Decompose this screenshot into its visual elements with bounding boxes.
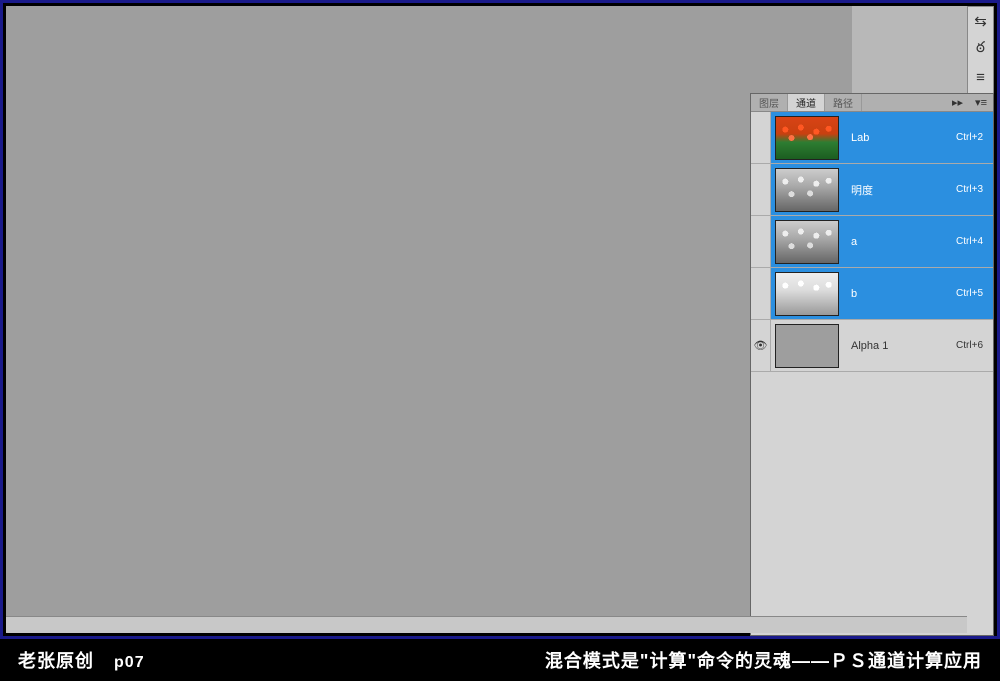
channel-shortcut-label: Ctrl+4 bbox=[956, 236, 993, 247]
page-footer: 老张原创 p07 混合模式是"计算"命令的灵魂——ＰＳ通道计算应用 bbox=[0, 639, 1000, 681]
channel-shortcut-label: Ctrl+2 bbox=[956, 132, 993, 143]
channel-row-a[interactable]: 👁 a Ctrl+4 bbox=[751, 216, 993, 268]
channel-thumbnail bbox=[775, 116, 839, 160]
channel-name-label: Lab bbox=[843, 132, 956, 144]
channel-shortcut-label: Ctrl+5 bbox=[956, 288, 993, 299]
channel-thumbnail bbox=[775, 272, 839, 316]
channel-row-lab[interactable]: 👁 Lab Ctrl+2 bbox=[751, 112, 993, 164]
visibility-toggle[interactable]: 👁 bbox=[751, 320, 771, 371]
eye-icon: 👁 bbox=[754, 339, 768, 352]
channel-list: 👁 Lab Ctrl+2 👁 明度 Ctrl+3 👁 a Ctrl+4 👁 bbox=[751, 112, 993, 372]
channels-panel: 图层 通道 路径 ▸▸ ▾≡ 👁 Lab Ctrl+2 👁 明度 Ctrl+3 … bbox=[750, 93, 994, 636]
channel-thumbnail bbox=[775, 168, 839, 212]
channel-name-label: 明度 bbox=[843, 182, 956, 198]
panel-menu-icon[interactable]: ▾≡ bbox=[969, 94, 993, 111]
panel-collapse-icon[interactable]: ▸▸ bbox=[946, 94, 969, 111]
channel-name-label: Alpha 1 bbox=[843, 340, 956, 352]
channel-row-alpha1[interactable]: 👁 Alpha 1 Ctrl+6 bbox=[751, 320, 993, 372]
channel-row-b[interactable]: 👁 b Ctrl+5 bbox=[751, 268, 993, 320]
footer-author-block: 老张原创 p07 bbox=[0, 647, 145, 673]
channel-shortcut-label: Ctrl+3 bbox=[956, 184, 993, 195]
channel-name-label: b bbox=[843, 288, 956, 300]
right-toolstrip: ⇆ ఠ ≡ bbox=[967, 6, 994, 94]
channel-thumbnail bbox=[775, 324, 839, 368]
channel-thumbnail bbox=[775, 220, 839, 264]
channel-row-lightness[interactable]: 👁 明度 Ctrl+3 bbox=[751, 164, 993, 216]
channel-name-label: a bbox=[843, 236, 956, 248]
tab-channels[interactable]: 通道 bbox=[788, 94, 825, 111]
visibility-toggle[interactable]: 👁 bbox=[751, 268, 771, 319]
footer-page-number: p07 bbox=[114, 654, 145, 671]
horizontal-scrollbar[interactable] bbox=[6, 616, 967, 633]
visibility-toggle[interactable]: 👁 bbox=[751, 216, 771, 267]
panel-tabs: 图层 通道 路径 ▸▸ ▾≡ bbox=[751, 94, 993, 112]
footer-author: 老张原创 bbox=[18, 651, 94, 671]
tool-3-icon[interactable]: ≡ bbox=[968, 63, 993, 91]
app-frame: ⇆ ఠ ≡ 图层 通道 路径 ▸▸ ▾≡ 👁 Lab Ctrl+2 👁 明度 C… bbox=[0, 0, 1000, 639]
visibility-toggle[interactable]: 👁 bbox=[751, 164, 771, 215]
tool-2-icon[interactable]: ఠ bbox=[968, 35, 993, 63]
channel-shortcut-label: Ctrl+6 bbox=[956, 340, 993, 351]
footer-title: 混合模式是"计算"命令的灵魂——ＰＳ通道计算应用 bbox=[545, 647, 1000, 673]
tab-layers[interactable]: 图层 bbox=[751, 94, 788, 111]
tool-1-icon[interactable]: ⇆ bbox=[968, 7, 993, 35]
visibility-toggle[interactable]: 👁 bbox=[751, 112, 771, 163]
tab-paths[interactable]: 路径 bbox=[825, 94, 862, 111]
